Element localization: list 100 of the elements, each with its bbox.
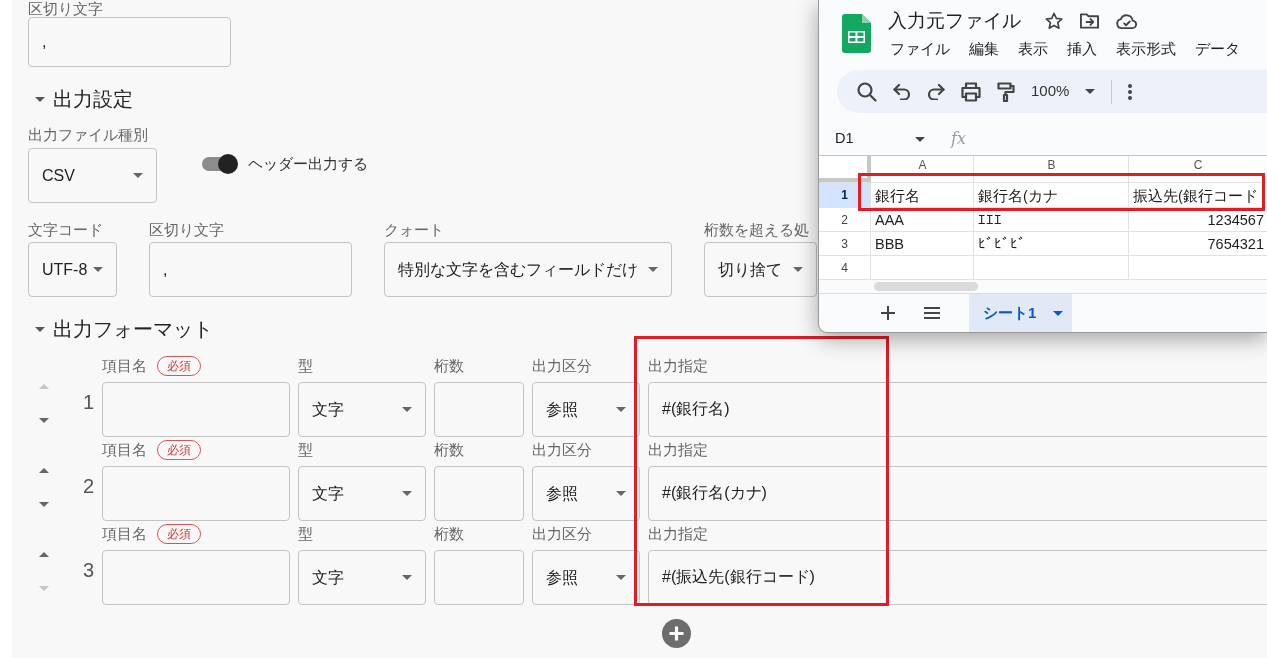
file-type-select[interactable]: CSV xyxy=(28,148,157,203)
field-label: 出力区分 xyxy=(532,441,592,459)
field-label: 区切り文字 xyxy=(149,221,224,239)
search-icon[interactable] xyxy=(857,81,877,102)
folder-arrow-icon[interactable] xyxy=(1080,13,1099,29)
output-spec-field[interactable]: #(振込先(銀行コード) xyxy=(648,550,1267,605)
type-select[interactable]: 文字 xyxy=(298,382,426,437)
field-label: 出力ファイル種別 xyxy=(28,126,148,144)
redo-icon[interactable] xyxy=(927,83,945,100)
output-spec-field[interactable]: #(銀行名(カナ) xyxy=(648,466,1267,521)
field-label: 型 xyxy=(298,525,313,543)
delimiter-field[interactable]: , xyxy=(28,17,231,67)
caret-icon xyxy=(616,575,626,580)
document-title[interactable]: 入力元ファイル xyxy=(888,6,1021,36)
row-number[interactable]: 3 xyxy=(819,232,870,255)
down-triangle-icon xyxy=(39,585,49,591)
scrollbar[interactable] xyxy=(874,282,978,291)
field-label: 型 xyxy=(298,441,313,459)
menu-item[interactable]: 表示形式 xyxy=(1116,38,1176,60)
caret-icon xyxy=(1085,89,1096,94)
caret-icon xyxy=(616,407,626,412)
category-select[interactable]: 参照 xyxy=(532,550,640,605)
hamburger-icon[interactable] xyxy=(924,307,940,319)
caret-icon xyxy=(1053,310,1064,316)
star-icon[interactable] xyxy=(1045,12,1063,30)
printer-icon[interactable] xyxy=(961,81,981,102)
caret-icon xyxy=(793,267,803,272)
zoom-select[interactable]: 100% xyxy=(1031,80,1070,103)
undo-icon[interactable] xyxy=(893,83,911,100)
overflow-select[interactable]: 切り捨て xyxy=(704,242,817,297)
row-number: 2 xyxy=(81,474,94,498)
digits-field[interactable] xyxy=(434,466,524,521)
vertical-dots-icon[interactable] xyxy=(1128,83,1133,100)
field-label: 出力区分 xyxy=(532,357,592,375)
cloud-check-icon[interactable] xyxy=(1116,13,1137,29)
caret-icon xyxy=(402,575,412,580)
menu-item[interactable]: 表示 xyxy=(1018,38,1048,60)
section-title: 出力フォーマット xyxy=(53,317,213,342)
menu-item[interactable]: データ xyxy=(1195,38,1240,60)
field-label: 出力指定 xyxy=(648,525,708,543)
row-number[interactable]: 2 xyxy=(819,208,870,231)
digits-field[interactable] xyxy=(434,550,524,605)
caret-icon[interactable] xyxy=(35,326,45,332)
row-number: 1 xyxy=(81,390,94,414)
spreadsheet-icon[interactable] xyxy=(842,14,871,53)
up-triangle-icon xyxy=(39,467,49,473)
field-label: 桁数を超える処 xyxy=(704,221,809,239)
digits-field[interactable] xyxy=(434,382,524,437)
sheet-cell[interactable]: ﾋﾞﾋﾞﾋﾞ xyxy=(974,235,1026,253)
item-name-field[interactable] xyxy=(102,466,290,521)
sheet-cell[interactable]: 銀行名(カナ xyxy=(974,186,1058,205)
field-label: 出力指定 xyxy=(648,357,708,375)
field-label: 出力指定 xyxy=(648,441,708,459)
formula-label: fx xyxy=(951,128,966,150)
item-name-field[interactable] xyxy=(102,550,290,605)
caret-icon xyxy=(402,491,412,496)
field-label: 項目名 xyxy=(102,357,147,375)
sheet-cell[interactable]: AAA xyxy=(871,211,904,229)
menu-item[interactable]: ファイル xyxy=(890,38,950,60)
field-label: 項目名 xyxy=(102,441,147,459)
column-header[interactable]: A xyxy=(918,159,927,172)
caret-icon xyxy=(648,267,658,272)
name-box[interactable]: D1 xyxy=(835,128,915,150)
plus-icon[interactable] xyxy=(880,305,896,321)
type-select[interactable]: 文字 xyxy=(298,550,426,605)
sheet-cell[interactable]: ｴｴｴ xyxy=(974,211,1002,229)
quote-select[interactable]: 特別な文字を含むフィールドだけ xyxy=(384,242,672,297)
caret-icon[interactable] xyxy=(35,96,45,102)
down-triangle-icon xyxy=(39,417,49,423)
field-label: 項目名 xyxy=(102,525,147,543)
row-number[interactable]: 4 xyxy=(819,256,870,279)
column-header[interactable]: B xyxy=(1047,159,1056,172)
field-label: 型 xyxy=(298,357,313,375)
paint-roller-icon[interactable] xyxy=(997,81,1015,102)
section-title: 出力設定 xyxy=(53,87,133,112)
sheet-cell[interactable]: BBB xyxy=(871,235,904,253)
column-header[interactable]: C xyxy=(1193,159,1203,172)
type-select[interactable]: 文字 xyxy=(298,466,426,521)
menu-item[interactable]: 挿入 xyxy=(1067,38,1097,60)
category-select[interactable]: 参照 xyxy=(532,466,640,521)
row-number[interactable]: 1 xyxy=(819,183,870,207)
toggle-label: ヘッダー出力する xyxy=(248,154,368,174)
field-label: 桁数 xyxy=(434,441,464,459)
item-name-field[interactable] xyxy=(102,382,290,437)
toggle-switch[interactable] xyxy=(201,154,238,175)
sheet-tab[interactable]: シート1 xyxy=(969,293,1072,332)
sheet-cell[interactable]: 7654321 xyxy=(1207,235,1264,253)
category-select[interactable]: 参照 xyxy=(532,382,640,437)
caret-icon xyxy=(402,407,412,412)
output-spec-field[interactable]: #(銀行名) xyxy=(648,382,1267,437)
caret-icon xyxy=(133,173,143,178)
caret-icon xyxy=(915,136,925,142)
menu-item[interactable]: 編集 xyxy=(969,38,999,60)
add-circle-icon[interactable] xyxy=(662,619,691,648)
delimiter-field[interactable]: , xyxy=(149,242,352,297)
up-triangle-icon xyxy=(39,383,49,389)
sheet-cell[interactable]: 銀行名 xyxy=(871,186,920,205)
encoding-select[interactable]: UTF-8 xyxy=(28,242,117,297)
sheet-cell[interactable]: 1234567 xyxy=(1207,211,1264,229)
sheet-cell[interactable]: 振込先(銀行コード xyxy=(1129,186,1258,205)
